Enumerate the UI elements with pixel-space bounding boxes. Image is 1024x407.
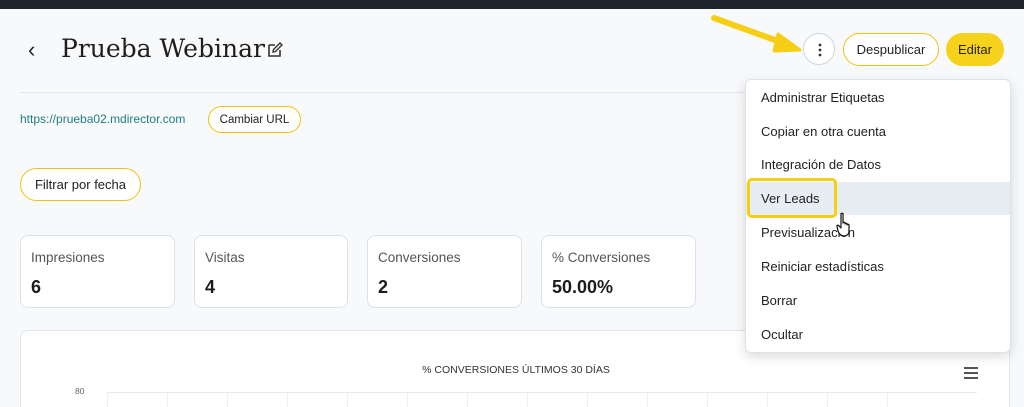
menu-item-preview[interactable]: Previsualización — [746, 216, 1010, 249]
menu-item-manage-tags[interactable]: Administrar Etiquetas — [746, 81, 1010, 114]
menu-item-reset-stats[interactable]: Reiniciar estadísticas — [746, 250, 1010, 283]
unpublish-button[interactable]: Despublicar — [843, 33, 939, 66]
chart-vgrid — [467, 392, 468, 407]
page-title: Prueba Webinar — [61, 34, 265, 63]
chart-gridline — [107, 392, 977, 393]
chart-vgrid — [767, 392, 768, 407]
stat-value: 2 — [378, 277, 389, 297]
annotation-highlight-box — [747, 178, 837, 218]
more-vertical-icon — [818, 43, 822, 57]
chart-vgrid — [407, 392, 408, 407]
arrow-annotation-icon — [711, 15, 802, 53]
stat-card-visits: Visitas 4 — [194, 235, 348, 308]
stat-label: % Conversiones — [552, 250, 651, 265]
chart-vgrid — [587, 392, 588, 407]
menu-item-hide[interactable]: Ocultar — [746, 318, 1010, 351]
chart-vgrid — [167, 392, 168, 407]
edit-button[interactable]: Editar — [946, 33, 1004, 66]
stat-card-conversions: Conversiones 2 — [367, 235, 522, 308]
divider — [20, 92, 760, 93]
chart-vgrid — [227, 392, 228, 407]
hamburger-menu-icon[interactable] — [964, 367, 978, 379]
stat-value: 6 — [31, 277, 42, 297]
landing-url-link[interactable]: https://prueba02.mdirector.com — [20, 112, 185, 126]
chart-vgrid — [527, 392, 528, 407]
back-chevron-icon[interactable]: ‹ — [28, 36, 50, 64]
chart-vgrid — [827, 392, 828, 407]
pointer-cursor-icon — [836, 212, 850, 237]
stat-label: Visitas — [205, 250, 245, 265]
y-axis-tick: 80 — [75, 386, 85, 396]
edit-icon[interactable] — [266, 41, 284, 59]
menu-item-delete[interactable]: Borrar — [746, 284, 1010, 317]
chart-vgrid — [347, 392, 348, 407]
change-url-button[interactable]: Cambiar URL — [208, 106, 301, 133]
top-bar — [0, 0, 1024, 9]
stat-value: 50.00% — [552, 277, 614, 297]
menu-item-copy-to-account[interactable]: Copiar en otra cuenta — [746, 115, 1010, 148]
filter-by-date-button[interactable]: Filtrar por fecha — [20, 168, 141, 201]
chart-vgrid — [887, 392, 888, 407]
chart-title: % CONVERSIONES ÚLTIMOS 30 DÍAS — [422, 364, 610, 376]
stat-label: Impresiones — [31, 250, 105, 265]
stat-card-conversion-rate: % Conversiones 50.00% — [541, 235, 696, 308]
chart-vgrid — [647, 392, 648, 407]
stat-value: 4 — [205, 277, 216, 297]
stat-card-impressions: Impresiones 6 — [20, 235, 175, 308]
chart-vgrid — [107, 392, 108, 407]
chart-vgrid — [287, 392, 288, 407]
chart-vgrid — [707, 392, 708, 407]
menu-item-data-integration[interactable]: Integración de Datos — [746, 148, 1010, 181]
stat-label: Conversiones — [378, 250, 461, 265]
